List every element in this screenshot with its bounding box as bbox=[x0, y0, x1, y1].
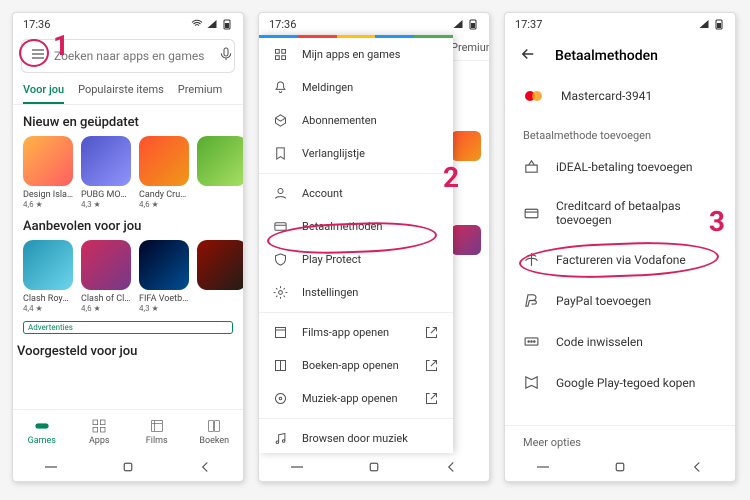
drawer-payment-methods[interactable]: Betaalmethoden bbox=[259, 210, 453, 243]
drawer-play-protect[interactable]: Play Protect bbox=[259, 243, 453, 276]
app-icon bbox=[197, 136, 243, 186]
add-carrier-billing[interactable]: Factureren via Vodafone bbox=[505, 239, 735, 280]
drawer-notifications[interactable]: Meldingen bbox=[259, 71, 453, 104]
nav-films[interactable]: Films bbox=[128, 410, 186, 453]
more-options[interactable]: Meer opties bbox=[505, 425, 735, 453]
status-bar: 17:37 bbox=[505, 13, 735, 35]
add-ideal[interactable]: iDEAL-betaling toevoegen bbox=[505, 146, 735, 187]
section-new-updated: Nieuw en geüpdatet bbox=[13, 105, 243, 136]
app-item[interactable] bbox=[197, 136, 243, 209]
app-item[interactable]: Clash of Clans4,6 ★ bbox=[81, 240, 131, 313]
external-icon bbox=[424, 391, 439, 406]
page-title: Betaalmethoden bbox=[555, 48, 658, 64]
mastercard-icon bbox=[523, 89, 545, 103]
status-bar: 17:36 bbox=[259, 13, 489, 35]
app-icon bbox=[139, 240, 189, 290]
app-item[interactable]: FIFA Voetbal4,3 ★ bbox=[139, 240, 189, 313]
nav-apps[interactable]: Apps bbox=[71, 410, 129, 453]
back-button[interactable] bbox=[196, 458, 214, 476]
app-icon bbox=[23, 136, 73, 186]
clock: 17:36 bbox=[23, 18, 50, 31]
screen-playstore-home: 17:36 Voor jou Populairste items Premium… bbox=[12, 12, 244, 482]
mic-icon[interactable] bbox=[218, 46, 234, 66]
clock: 17:36 bbox=[269, 18, 296, 31]
search-input[interactable] bbox=[54, 49, 210, 63]
drawer-account[interactable]: Account bbox=[259, 177, 453, 210]
search-bar[interactable] bbox=[21, 39, 235, 73]
saved-card[interactable]: Mastercard-3941 bbox=[505, 77, 735, 115]
drawer-my-apps[interactable]: Mijn apps en games bbox=[259, 38, 453, 71]
drawer-wishlist[interactable]: Verlanglijstje bbox=[259, 137, 453, 170]
home-button[interactable] bbox=[119, 458, 137, 476]
back-button[interactable] bbox=[442, 458, 460, 476]
status-icons bbox=[698, 18, 725, 30]
app-icon bbox=[197, 240, 243, 290]
clock: 17:37 bbox=[515, 18, 542, 31]
drawer-books-app[interactable]: Boeken-app openen bbox=[259, 349, 453, 382]
screen-payment-methods: 17:37 Betaalmethoden Mastercard-3941 Bet… bbox=[504, 12, 736, 482]
app-item[interactable]: Candy Crush Saga4,6 ★ bbox=[139, 136, 189, 209]
back-arrow-icon[interactable] bbox=[519, 45, 537, 67]
drawer-music-app[interactable]: Muziek-app openen bbox=[259, 382, 453, 415]
recent-button[interactable] bbox=[534, 458, 552, 476]
bottom-nav: Games Apps Films Boeken bbox=[13, 409, 243, 453]
external-icon bbox=[424, 325, 439, 340]
status-icons bbox=[452, 18, 479, 30]
hamburger-icon[interactable] bbox=[30, 46, 46, 66]
drawer-subscriptions[interactable]: Abonnementen bbox=[259, 104, 453, 137]
status-icons bbox=[191, 18, 233, 30]
page-header: Betaalmethoden bbox=[505, 35, 735, 77]
drawer-films-app[interactable]: Films-app openen bbox=[259, 316, 453, 349]
add-method-section: Betaalmethode toevoegen bbox=[505, 115, 735, 146]
system-nav bbox=[505, 453, 735, 481]
system-nav bbox=[259, 453, 489, 481]
app-item[interactable] bbox=[197, 240, 243, 313]
app-item[interactable]: Design Island4,6 ★ bbox=[23, 136, 73, 209]
nav-games[interactable]: Games bbox=[13, 410, 71, 453]
section-recommended: Aanbevolen voor jou bbox=[13, 209, 243, 240]
redeem-code[interactable]: Code inwisselen bbox=[505, 321, 735, 362]
app-item[interactable]: PUBG MOBILE4,3 ★ bbox=[81, 136, 131, 209]
section-suggested: Voorgesteld voor jou bbox=[13, 334, 243, 365]
app-icon bbox=[81, 136, 131, 186]
home-button[interactable] bbox=[611, 458, 629, 476]
system-nav bbox=[13, 453, 243, 481]
app-icon bbox=[139, 136, 189, 186]
external-icon bbox=[424, 358, 439, 373]
tab-top[interactable]: Populairste items bbox=[78, 83, 164, 104]
category-tabs: Voor jou Populairste items Premium bbox=[13, 77, 243, 105]
buy-credit[interactable]: Google Play-tegoed kopen bbox=[505, 362, 735, 403]
back-button[interactable] bbox=[688, 458, 706, 476]
app-row-2: Clash Royale4,4 ★ Clash of Clans4,6 ★ FI… bbox=[13, 240, 243, 313]
recent-button[interactable] bbox=[288, 458, 306, 476]
home-button[interactable] bbox=[365, 458, 383, 476]
add-card[interactable]: Creditcard of betaalpas toevoegen bbox=[505, 187, 735, 239]
tab-for-you[interactable]: Voor jou bbox=[23, 83, 64, 104]
drawer-settings[interactable]: Instellingen bbox=[259, 276, 453, 309]
app-icon bbox=[81, 240, 131, 290]
tab-premium[interactable]: Premium bbox=[178, 83, 222, 104]
ad-badge: Advertenties bbox=[23, 321, 233, 334]
add-paypal[interactable]: PayPal toevoegen bbox=[505, 280, 735, 321]
drawer-browse-music[interactable]: Browsen door muziek bbox=[259, 422, 453, 453]
nav-books[interactable]: Boeken bbox=[186, 410, 244, 453]
app-icon bbox=[23, 240, 73, 290]
background-peek: Premium bbox=[451, 35, 489, 453]
nav-drawer: Mijn apps en games Meldingen Abonnemente… bbox=[259, 35, 453, 453]
screen-drawer: 17:36 Premium Mijn apps en games Melding… bbox=[258, 12, 490, 482]
app-item[interactable]: Clash Royale4,4 ★ bbox=[23, 240, 73, 313]
recent-button[interactable] bbox=[42, 458, 60, 476]
status-bar: 17:36 bbox=[13, 13, 243, 35]
app-row-1: Design Island4,6 ★ PUBG MOBILE4,3 ★ Cand… bbox=[13, 136, 243, 209]
